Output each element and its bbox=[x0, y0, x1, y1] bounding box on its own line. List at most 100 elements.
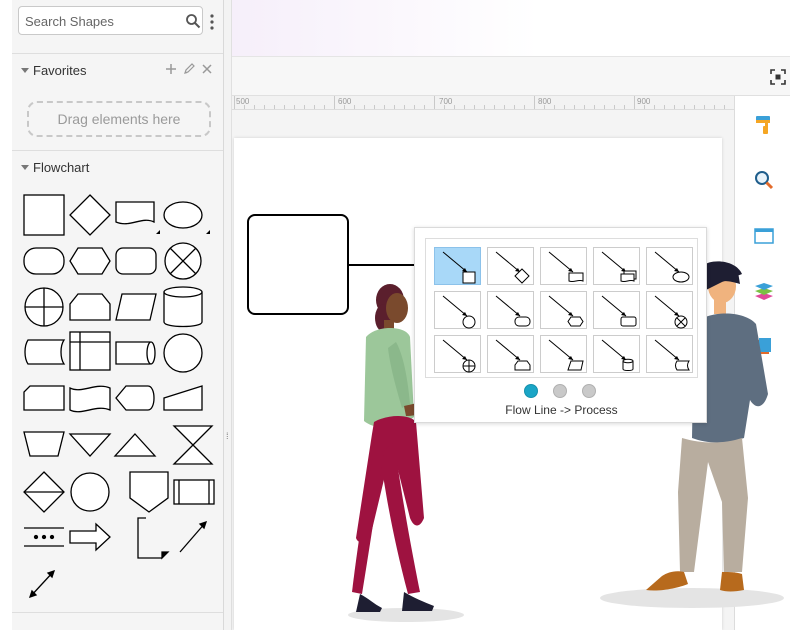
data-shape[interactable] bbox=[115, 293, 157, 321]
page-dot-1[interactable] bbox=[524, 384, 538, 398]
ruler-tick bbox=[634, 96, 635, 109]
predefined-process-shape[interactable] bbox=[173, 479, 215, 505]
ruler-tick bbox=[454, 105, 455, 109]
ruler-tick bbox=[584, 105, 585, 109]
ruler-tick bbox=[614, 105, 615, 109]
collapse-caret-icon[interactable] bbox=[21, 165, 29, 170]
ruler-tick bbox=[374, 105, 375, 109]
pick-database-option[interactable] bbox=[593, 335, 640, 373]
pick-data-storage-option[interactable] bbox=[646, 247, 693, 285]
ruler-tick bbox=[704, 105, 705, 109]
arrow-shape[interactable] bbox=[69, 522, 111, 552]
paper-tape-shape[interactable] bbox=[69, 385, 111, 413]
directional-connector-shape[interactable] bbox=[179, 520, 208, 553]
extract-shape[interactable] bbox=[113, 433, 157, 457]
annotation-bracket-shape[interactable] bbox=[137, 517, 170, 560]
summing-junction-shape[interactable] bbox=[164, 242, 202, 280]
outline-window-icon[interactable] bbox=[753, 225, 775, 247]
ruler-tick bbox=[524, 105, 525, 109]
bidirectional-connector-shape[interactable] bbox=[28, 569, 56, 599]
search-box[interactable] bbox=[18, 6, 203, 35]
sidebar-resize-handle[interactable] bbox=[224, 0, 232, 630]
page-dot-2[interactable] bbox=[553, 384, 567, 398]
document-shape[interactable] bbox=[115, 201, 155, 225]
search-input[interactable] bbox=[25, 13, 175, 29]
fit-page-icon[interactable] bbox=[770, 69, 786, 85]
ruler-tick bbox=[334, 96, 335, 109]
ruler-tick bbox=[564, 105, 565, 109]
terminator-shape[interactable] bbox=[23, 247, 65, 275]
pick-multi-document-option[interactable] bbox=[593, 247, 640, 285]
pick-manual-operation-option[interactable] bbox=[487, 335, 534, 373]
toolbar bbox=[232, 56, 790, 96]
edit-icon[interactable] bbox=[183, 63, 195, 75]
flowchart-header[interactable]: Flowchart bbox=[12, 150, 223, 184]
ruler-tick bbox=[534, 96, 535, 109]
close-icon[interactable] bbox=[201, 63, 213, 75]
loop-limit-shape[interactable] bbox=[23, 431, 65, 457]
resize-grip-icon[interactable]: ⁞ bbox=[226, 431, 229, 441]
shapes-sidebar: Favorites Drag elements here Flowchart bbox=[12, 0, 224, 630]
merge-shape[interactable] bbox=[68, 433, 112, 457]
page-dot-3[interactable] bbox=[582, 384, 596, 398]
format-paint-icon[interactable] bbox=[753, 114, 775, 136]
top-header bbox=[232, 0, 790, 56]
favorites-drop-zone[interactable]: Drag elements here bbox=[27, 101, 211, 137]
pick-terminator-option[interactable] bbox=[487, 291, 534, 329]
pick-document-option[interactable] bbox=[540, 247, 587, 285]
search-icon[interactable] bbox=[185, 13, 201, 29]
pick-data-option[interactable] bbox=[540, 335, 587, 373]
ruler-tick bbox=[644, 105, 645, 109]
alternate-process-shape[interactable] bbox=[115, 247, 157, 275]
database-shape[interactable] bbox=[163, 286, 203, 328]
direct-data-shape[interactable] bbox=[115, 341, 156, 365]
ruler-tick bbox=[604, 105, 605, 109]
ruler-tick bbox=[484, 105, 485, 109]
process-box[interactable] bbox=[247, 214, 349, 315]
flow-line-connector[interactable] bbox=[349, 264, 419, 266]
pick-preparation-option[interactable] bbox=[540, 291, 587, 329]
manual-input-shape[interactable] bbox=[163, 385, 203, 411]
pick-alternate-process-option[interactable] bbox=[593, 291, 640, 329]
ruler-tick bbox=[574, 105, 575, 109]
pick-summing-junction-option[interactable] bbox=[646, 291, 693, 329]
process-shape[interactable] bbox=[23, 194, 65, 236]
decision-shape[interactable] bbox=[69, 194, 111, 236]
pick-process-option[interactable] bbox=[434, 247, 481, 285]
search-icon[interactable] bbox=[753, 169, 775, 191]
flowchart-shapes-palette bbox=[23, 194, 215, 599]
ruler-tick bbox=[294, 105, 295, 109]
annotation-line-shape[interactable] bbox=[24, 527, 64, 547]
pick-or-option[interactable] bbox=[434, 335, 481, 373]
off-page-connector-shape[interactable] bbox=[129, 471, 169, 513]
pick-connector-option[interactable] bbox=[434, 291, 481, 329]
ruler-tick bbox=[424, 105, 425, 109]
favorites-header[interactable]: Favorites bbox=[12, 53, 223, 87]
ruler-tick bbox=[324, 105, 325, 109]
add-icon[interactable] bbox=[165, 63, 177, 75]
ruler-tick bbox=[234, 96, 235, 109]
display-shape[interactable] bbox=[115, 385, 155, 411]
ruler-tick bbox=[344, 105, 345, 109]
pick-stored-data-option[interactable] bbox=[646, 335, 693, 373]
data-storage-shape[interactable] bbox=[163, 201, 203, 229]
collapse-caret-icon[interactable] bbox=[21, 68, 29, 73]
ruler-tick bbox=[244, 105, 245, 109]
connector-shape[interactable] bbox=[163, 333, 203, 373]
pick-decision-option[interactable] bbox=[487, 247, 534, 285]
stored-data-shape[interactable] bbox=[24, 339, 66, 365]
on-page-connector-shape[interactable] bbox=[70, 472, 110, 512]
preparation-shape[interactable] bbox=[69, 247, 111, 275]
ruler-tick bbox=[314, 105, 315, 109]
internal-storage-shape[interactable] bbox=[69, 331, 111, 371]
collate-shape[interactable] bbox=[172, 425, 214, 465]
card-shape[interactable] bbox=[23, 385, 65, 411]
ruler-tick bbox=[264, 105, 265, 109]
sort-shape[interactable] bbox=[23, 471, 65, 513]
or-shape[interactable] bbox=[24, 287, 64, 327]
ruler-tick bbox=[504, 105, 505, 109]
manual-operation-shape[interactable] bbox=[69, 293, 111, 321]
ruler-tick bbox=[624, 105, 625, 109]
more-options-icon[interactable] bbox=[209, 14, 215, 30]
ruler-tick bbox=[414, 105, 415, 109]
